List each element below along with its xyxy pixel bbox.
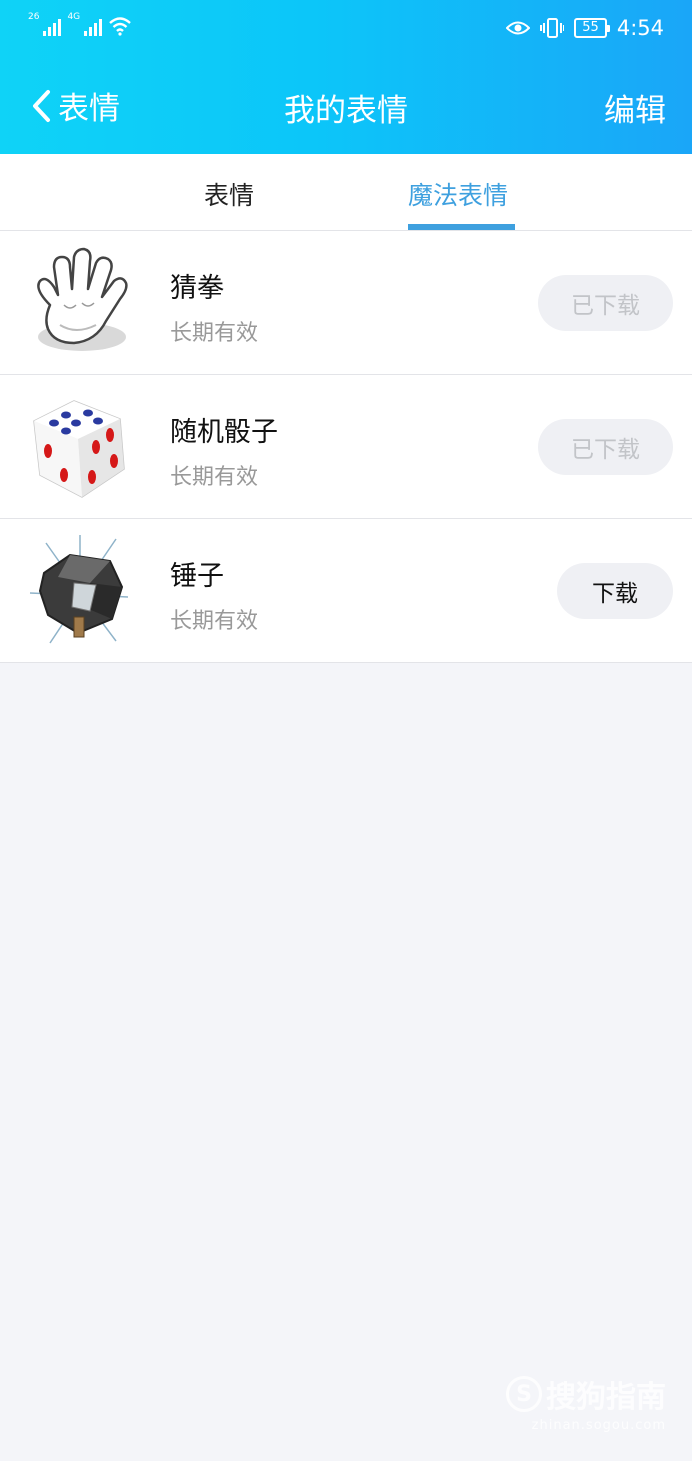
page-title: 我的表情 <box>284 93 408 129</box>
dice-icon <box>33 400 125 498</box>
tab-emoticons[interactable]: 表情 <box>204 176 254 212</box>
vibrate-icon <box>540 18 565 38</box>
downloaded-button[interactable]: 已下载 <box>538 275 673 331</box>
hammer-smash-icon <box>29 535 129 644</box>
list-item[interactable]: 随机骰子 长期有效 已下载 <box>0 375 692 519</box>
status-bar: 26 4G 55 4:54 <box>0 10 692 50</box>
item-name: 猜拳 <box>170 273 224 304</box>
header-bar: 26 4G 55 4:54 表情 我的表情 编辑 <box>0 0 692 154</box>
item-validity: 长期有效 <box>170 609 259 634</box>
status-time: 4:54 <box>616 16 664 40</box>
list-item[interactable]: 猜拳 长期有效 已下载 <box>0 231 692 375</box>
active-tab-indicator <box>408 224 515 230</box>
item-name: 随机骰子 <box>170 417 278 448</box>
sogou-logo-icon: S <box>506 1376 542 1412</box>
item-validity: 长期有效 <box>170 321 259 346</box>
list-item[interactable]: 锤子 长期有效 下载 <box>0 519 692 663</box>
signal-icon-2 <box>84 18 103 36</box>
item-name: 锤子 <box>170 561 224 592</box>
edit-button[interactable]: 编辑 <box>604 85 666 130</box>
item-validity: 长期有效 <box>170 465 259 490</box>
watermark: S 搜狗指南 zhinan.sogou.com <box>506 1372 666 1433</box>
eye-icon <box>506 21 531 35</box>
downloaded-button[interactable]: 已下载 <box>538 419 673 475</box>
magic-emoticon-list: 猜拳 长期有效 已下载 随机骰子 长期有效 已下载 锤子 长期有效 下载 <box>0 231 692 663</box>
nav-bar: 表情 我的表情 编辑 <box>0 78 692 138</box>
tab-magic-emoticons[interactable]: 魔法表情 <box>408 176 508 212</box>
watermark-text: 搜狗指南 <box>546 1380 666 1415</box>
watermark-url: zhinan.sogou.com <box>531 1418 666 1433</box>
network-type-2: 4G <box>67 12 81 22</box>
wifi-icon <box>109 17 131 36</box>
download-button[interactable]: 下载 <box>557 563 673 619</box>
tab-bar: 表情 魔法表情 <box>0 154 692 231</box>
battery-icon: 55 <box>574 18 610 38</box>
glove-hand-icon <box>37 247 128 351</box>
signal-icon <box>43 18 62 36</box>
network-type-1: 26 <box>28 12 40 22</box>
